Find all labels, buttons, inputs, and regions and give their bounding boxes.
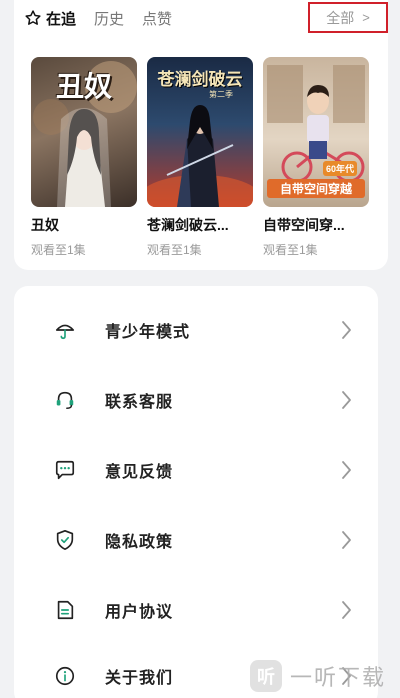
drama-poster[interactable]: 苍澜剑破云 第二季 — [147, 57, 253, 207]
menu-item-label: 青少年模式 — [105, 324, 191, 341]
chevron-right-icon — [342, 461, 351, 479]
watermark: 听 一听下载 — [250, 654, 400, 698]
menu-item-feedback[interactable]: 意见反馈 — [14, 450, 378, 490]
poster-title-text: 丑奴 — [55, 70, 112, 103]
poster-title-text: 苍澜剑破云 — [157, 70, 243, 90]
chevron-right-icon — [342, 391, 351, 409]
drama-poster[interactable]: 丑奴 — [31, 57, 137, 207]
menu-item-label: 意见反馈 — [105, 464, 174, 481]
tab-likes-label: 点赞 — [142, 10, 173, 28]
drama-card[interactable]: 苍澜剑破云 第二季 苍澜剑破云... 观看至1集 — [147, 57, 253, 258]
drama-title: 丑奴 — [31, 217, 59, 233]
shield-check-icon — [56, 530, 74, 550]
star-outline-icon — [25, 10, 41, 25]
headset-icon — [56, 391, 74, 409]
drama-progress: 观看至1集 — [31, 243, 86, 257]
view-all-button[interactable]: 全部 > — [308, 2, 388, 33]
document-icon — [57, 600, 74, 620]
poster-subtitle-text: 第二季 — [209, 90, 233, 99]
poster-title-text: 自带空间穿越 — [267, 179, 365, 198]
chevron-right-icon — [342, 531, 351, 549]
tab-likes[interactable]: 点赞 — [142, 8, 172, 29]
tab-history-label: 历史 — [94, 10, 125, 28]
drama-card[interactable]: 丑奴 丑奴 观看至1集 — [31, 57, 137, 258]
drama-title: 自带空间穿... — [263, 217, 345, 233]
menu-item-customer-service[interactable]: 联系客服 — [14, 380, 378, 420]
drama-title: 苍澜剑破云... — [147, 217, 229, 233]
tab-history[interactable]: 历史 — [94, 8, 124, 29]
menu-item-label: 隐私政策 — [105, 534, 174, 551]
chevron-right-icon — [342, 601, 351, 619]
tab-bar: 在追 历史 点赞 — [24, 7, 190, 29]
drama-poster[interactable]: 60年代 自带空间穿越 — [263, 57, 369, 207]
menu-item-label: 联系客服 — [105, 394, 174, 411]
tab-following[interactable]: 在追 — [24, 8, 76, 29]
menu-item-user-agreement[interactable]: 用户协议 — [14, 590, 378, 630]
chevron-right-icon — [342, 321, 351, 339]
view-all-label: 全部 — [326, 9, 355, 26]
menu-item-label: 关于我们 — [105, 670, 174, 687]
menu-item-label: 用户协议 — [105, 604, 174, 621]
umbrella-icon — [55, 324, 75, 340]
watermark-text: 一听下载 — [290, 665, 387, 690]
tab-following-label: 在追 — [46, 10, 77, 28]
drama-card[interactable]: 60年代 自带空间穿越 自带空间穿... 观看至1集 — [263, 57, 369, 258]
menu-item-privacy-policy[interactable]: 隐私政策 — [14, 520, 378, 560]
watermark-logo: 听 — [250, 660, 282, 692]
chevron-right-icon: > — [362, 10, 370, 25]
poster-tag-text: 60年代 — [323, 161, 358, 176]
drama-progress: 观看至1集 — [263, 243, 318, 257]
menu-item-teen-mode[interactable]: 青少年模式 — [14, 310, 378, 350]
drama-progress: 观看至1集 — [147, 243, 202, 257]
info-icon — [55, 666, 75, 686]
feedback-chat-icon — [55, 460, 75, 480]
settings-menu-card: 青少年模式 联系客服 意见反馈 隐私政策 用户协议 关于我们 — [14, 286, 378, 698]
